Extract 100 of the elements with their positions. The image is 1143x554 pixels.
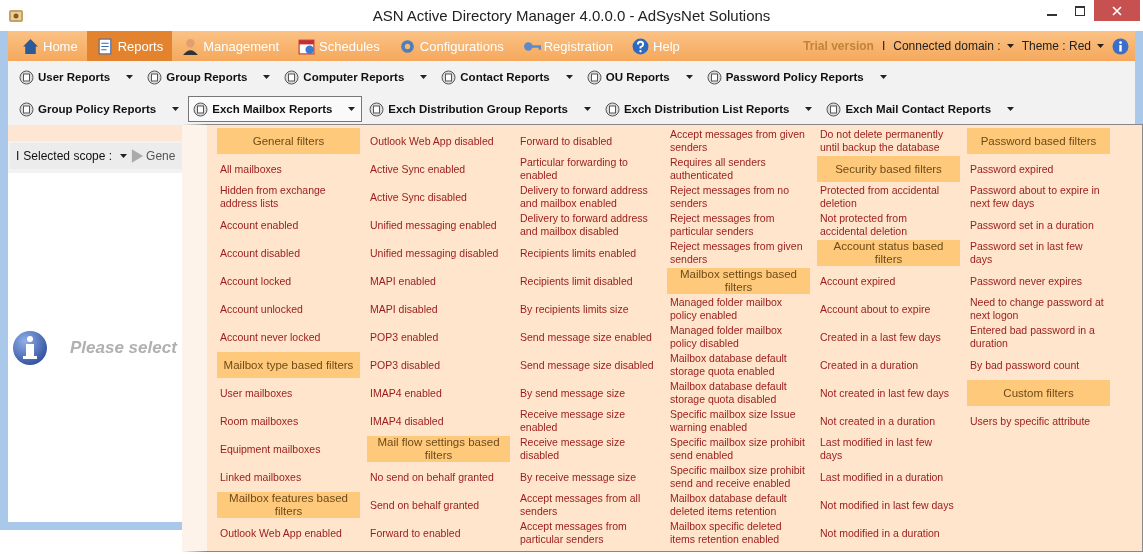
filter-menu-item[interactable]: Reject messages from given senders xyxy=(667,240,810,266)
filter-menu-item[interactable]: By recipients limits size xyxy=(517,302,660,316)
generate-button[interactable]: Gene xyxy=(131,148,176,164)
report-menu-button[interactable]: Exch Distribution Group Reports xyxy=(364,96,598,122)
filter-menu-item[interactable]: Account never locked xyxy=(217,330,360,344)
filter-menu-item[interactable]: Reject messages from particular senders xyxy=(667,212,810,238)
report-icon xyxy=(706,69,722,85)
info-icon xyxy=(12,329,48,366)
filter-menu-item[interactable]: Password set in a duration xyxy=(967,218,1110,232)
filter-menu-item[interactable]: By bad password count xyxy=(967,358,1110,372)
filter-menu-item[interactable]: Not protected from accidental deletion xyxy=(817,212,960,238)
filter-menu-item[interactable]: Send message size enabled xyxy=(517,330,660,344)
report-menu-button[interactable]: Computer Reports xyxy=(279,64,435,90)
filter-menu-item[interactable]: Mailbox database default storage quota enabled xyxy=(667,352,810,378)
selected-scope-dropdown[interactable]: Selected scope : xyxy=(23,149,128,163)
filter-menu-item[interactable]: Created in a duration xyxy=(817,358,960,372)
filter-menu-item[interactable]: Mailbox database default deleted items retention xyxy=(667,492,810,518)
filter-menu-item[interactable]: Need to change password at next logon xyxy=(967,296,1110,322)
filter-menu-item[interactable]: Accept messages from all senders xyxy=(517,492,660,518)
report-menu-button[interactable]: Group Reports xyxy=(142,64,278,90)
filter-menu-item[interactable]: Send on behalf granted xyxy=(367,498,510,512)
filter-menu-item[interactable]: Send message size disabled xyxy=(517,358,660,372)
filter-menu-item[interactable]: Password expired xyxy=(967,162,1110,176)
filter-menu-item[interactable]: User mailboxes xyxy=(217,386,360,400)
filter-menu-item[interactable]: Not modified in a duration xyxy=(817,526,960,540)
filter-menu-item[interactable]: Recipients limits enabled xyxy=(517,246,660,260)
close-icon xyxy=(1112,5,1122,16)
filter-menu-item[interactable]: Mailbox database default storage quota disabled xyxy=(667,380,810,406)
filter-menu-item[interactable]: Requires all senders authenticated xyxy=(667,156,810,182)
filter-menu-item[interactable]: Managed folder mailbox policy enabled xyxy=(667,296,810,322)
filter-menu-item[interactable]: Delivery to forward address and mailbox disabled xyxy=(517,212,660,238)
filter-menu-item[interactable]: Linked mailboxes xyxy=(217,470,360,484)
connected-domain-dropdown[interactable]: Connected domain : xyxy=(893,39,1014,53)
filter-menu-item[interactable]: Created in a last few days xyxy=(817,330,960,344)
filter-menu-item[interactable]: Delivery to forward address and mailbox enabled xyxy=(517,184,660,210)
filter-menu-item[interactable]: Room mailboxes xyxy=(217,414,360,428)
filter-menu-item[interactable]: Password about to expire in next few days xyxy=(967,184,1110,210)
report-menu-button[interactable]: Exch Mailbox Reports xyxy=(188,96,363,122)
filter-menu-item[interactable]: MAPI enabled xyxy=(367,274,510,288)
filter-menu-item[interactable]: Managed folder mailbox policy disabled xyxy=(667,324,810,350)
filter-menu-item[interactable]: Active Sync enabled xyxy=(367,162,510,176)
filter-menu-item[interactable]: All mailboxes xyxy=(217,162,360,176)
report-menu-button[interactable]: Exch Distribution List Reports xyxy=(599,96,820,122)
filter-menu-item[interactable]: Password never expires xyxy=(967,274,1110,288)
report-icon xyxy=(19,101,34,117)
filter-menu-item[interactable]: Account enabled xyxy=(217,218,360,232)
filter-menu-item[interactable]: Users by specific attribute xyxy=(967,414,1110,428)
filter-menu-item[interactable]: Outlook Web App enabled xyxy=(217,526,360,540)
filter-menu-item[interactable]: Specific mailbox size Issue warning enabled xyxy=(667,408,810,434)
filter-menu-item[interactable]: Not modified in last few days xyxy=(817,498,960,512)
report-menu-button[interactable]: OU Reports xyxy=(581,64,700,90)
filter-menu-item[interactable]: Active Sync disabled xyxy=(367,190,510,204)
filter-menu-item[interactable]: Account expired xyxy=(817,274,960,288)
filter-menu-item[interactable]: Reject messages from no senders xyxy=(667,184,810,210)
filter-menu-item[interactable]: Protected from accidental deletion xyxy=(817,184,960,210)
filter-menu-item[interactable]: IMAP4 disabled xyxy=(367,414,510,428)
filter-menu-item[interactable]: Account locked xyxy=(217,274,360,288)
filter-menu-item[interactable]: Equipment mailboxes xyxy=(217,442,360,456)
filter-menu-item[interactable]: Specific mailbox size prohibit send and receive enabled xyxy=(667,464,810,490)
filter-menu-item[interactable]: Do not delete permanently until backup the database xyxy=(817,128,960,154)
filter-menu-item[interactable]: By send message size xyxy=(517,386,660,400)
filter-menu-item[interactable]: Specific mailbox size prohibit send enabled xyxy=(667,436,810,462)
filter-menu-item[interactable]: Accept messages from given senders xyxy=(667,128,810,154)
filter-menu-item[interactable]: By receive message size xyxy=(517,470,660,484)
filter-menu-item[interactable]: Forward to disabled xyxy=(517,134,660,148)
filter-menu-item[interactable]: IMAP4 enabled xyxy=(367,386,510,400)
caret-icon xyxy=(583,107,591,111)
filter-menu-item[interactable]: POP3 disabled xyxy=(367,358,510,372)
filter-menu-item[interactable]: Outlook Web App disabled xyxy=(367,134,510,148)
filter-menu-item[interactable]: Password set in last few days xyxy=(967,240,1110,266)
filter-menu-item[interactable]: Receive message size enabled xyxy=(517,408,660,434)
filter-menu-item[interactable]: Account unlocked xyxy=(217,302,360,316)
filter-menu-item[interactable]: Entered bad password in a duration xyxy=(967,324,1110,350)
filter-menu-item[interactable]: Not created in a duration xyxy=(817,414,960,428)
filter-menu-item[interactable]: Unified messaging disabled xyxy=(367,246,510,260)
filter-menu-item[interactable]: Recipients limit disabled xyxy=(517,274,660,288)
filter-menu-item[interactable]: Accept messages from particular senders xyxy=(517,520,660,546)
filter-menu-item[interactable]: Receive message size disabled xyxy=(517,436,660,462)
filter-menu-item[interactable]: Account disabled xyxy=(217,246,360,260)
report-icon xyxy=(284,69,300,85)
filter-menu-item[interactable]: Last modified in a duration xyxy=(817,470,960,484)
filter-menu-item[interactable]: Account about to expire xyxy=(817,302,960,316)
report-menu-button[interactable]: Group Policy Reports xyxy=(14,96,187,122)
filter-menu-item[interactable]: POP3 enabled xyxy=(367,330,510,344)
filter-menu-item[interactable]: MAPI disabled xyxy=(367,302,510,316)
filter-group-header: Mailbox settings based filters xyxy=(667,268,810,294)
filter-menu-item[interactable]: No send on behalf granted xyxy=(367,470,510,484)
filter-menu-item[interactable]: Particular forwarding to enabled xyxy=(517,156,660,182)
report-menu-button[interactable]: Contact Reports xyxy=(436,64,580,90)
filter-menu-item[interactable]: Mailbox specific deleted items retention enabled xyxy=(667,520,810,546)
info-icon[interactable] xyxy=(1112,37,1129,55)
report-menu-button[interactable]: Password Policy Reports xyxy=(701,64,894,90)
filter-menu-item[interactable]: Forward to enabled xyxy=(367,526,510,540)
report-menu-button[interactable]: Exch Mail Contact Reports xyxy=(821,96,1022,122)
filter-menu-item[interactable]: Not created in last few days xyxy=(817,386,960,400)
theme-dropdown[interactable]: Theme : Red xyxy=(1021,39,1104,53)
report-menu-button[interactable]: User Reports xyxy=(14,64,141,90)
filter-menu-item[interactable]: Hidden from exchange address lists xyxy=(217,184,360,210)
filter-menu-item[interactable]: Last modified in last few days xyxy=(817,436,960,462)
filter-menu-item[interactable]: Unified messaging enabled xyxy=(367,218,510,232)
